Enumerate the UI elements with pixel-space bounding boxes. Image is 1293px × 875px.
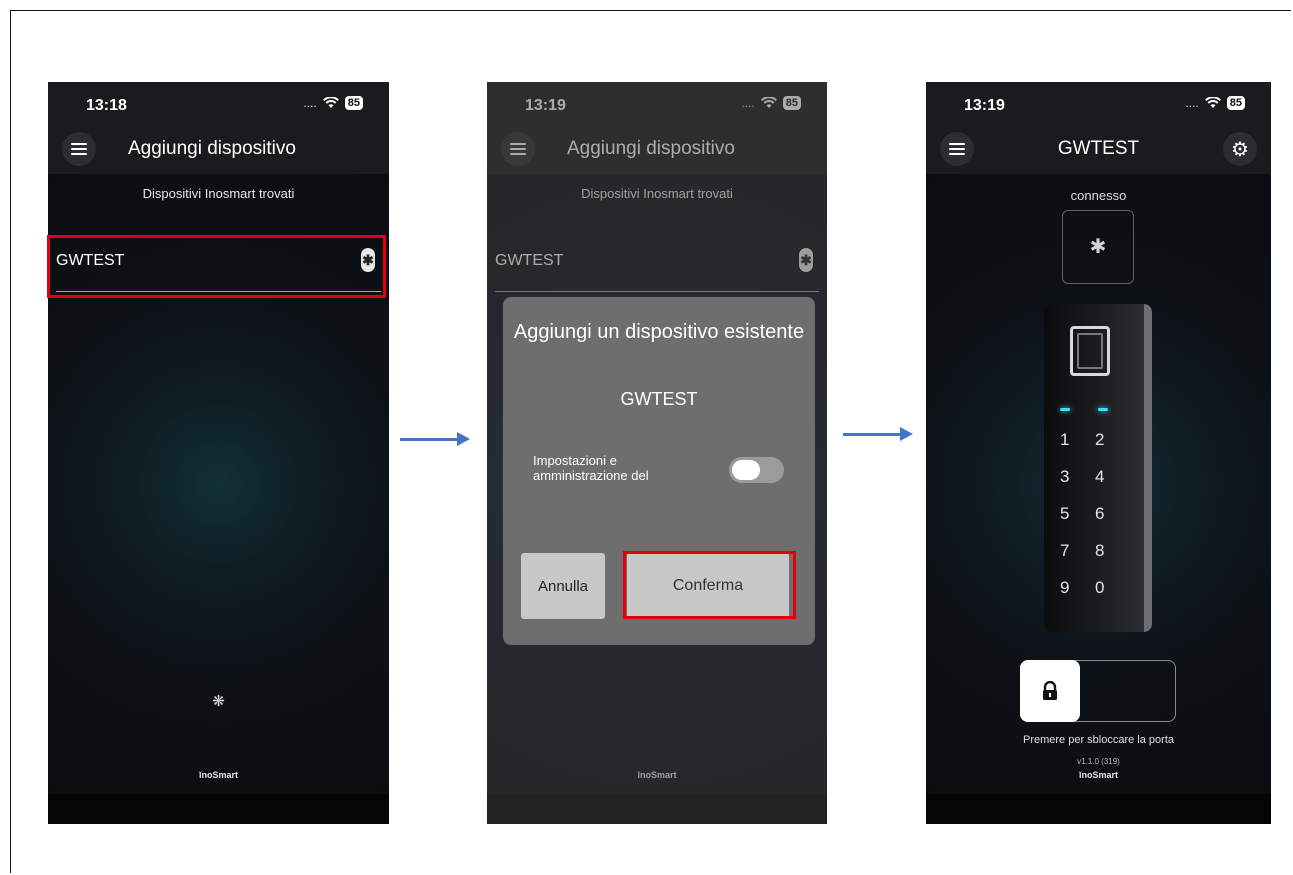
key: 6	[1095, 504, 1105, 523]
battery-icon: 85	[1226, 96, 1245, 110]
device-control-area: connesso ✱ 1 2 3 4 5 6 7 8 9 0 Premere p…	[926, 174, 1271, 794]
menu-button[interactable]	[62, 132, 96, 166]
key: 4	[1095, 467, 1105, 486]
status-bar: 13:19 .... 85	[926, 82, 1271, 126]
highlight-box	[47, 235, 386, 298]
arrow-right-icon	[400, 432, 470, 446]
admin-toggle[interactable]	[729, 457, 784, 483]
key: 0	[1095, 578, 1105, 597]
lock-icon	[1043, 681, 1057, 700]
lock-handle[interactable]	[1020, 660, 1080, 722]
connection-status: connesso	[1070, 188, 1127, 203]
key: 9	[1060, 578, 1070, 597]
unlock-slider[interactable]	[1020, 660, 1176, 722]
battery-icon: 85	[344, 96, 363, 110]
app-bar: GWTEST ⚙	[926, 126, 1271, 174]
phone-screen-confirm: 13:19 .... 85 Aggiungi dispositivo Dispo…	[487, 82, 827, 824]
settings-button[interactable]: ⚙	[1223, 132, 1257, 166]
key: 3	[1060, 467, 1070, 486]
key: 1	[1060, 430, 1070, 449]
brand-logo: ĭnoSmart	[198, 770, 238, 780]
cancel-button[interactable]: Annulla	[521, 553, 605, 619]
keypad-device-image: 1 2 3 4 5 6 7 8 9 0	[1044, 304, 1152, 632]
phone-screen-connected: 13:19 .... 85 GWTEST ⚙ connesso ✱ 1 2 3 …	[926, 82, 1271, 824]
signal-dots: ....	[303, 96, 317, 110]
bluetooth-icon: ✱	[1089, 236, 1107, 258]
gear-icon: ⚙	[1231, 138, 1249, 161]
app-version: v1.1.0 (319)	[1077, 757, 1120, 766]
keypad-keys: 1 2 3 4 5 6 7 8 9 0	[1060, 430, 1130, 598]
status-bar: 13:18 .... 85	[48, 82, 389, 126]
fingerprint-sensor	[1070, 326, 1110, 376]
unlock-hint: Premere per sbloccare la porta	[1022, 734, 1174, 746]
bottom-bar	[926, 794, 1271, 824]
status-time: 13:18	[86, 97, 127, 114]
wifi-icon	[1204, 97, 1221, 108]
page-title: GWTEST	[1057, 138, 1140, 159]
list-subtitle: Dispositivi Inosmart trovati	[142, 186, 295, 201]
led-indicator	[1098, 408, 1108, 411]
bluetooth-status-box: ✱	[1062, 210, 1134, 284]
dialog-title: Aggiungi un dispositivo esistente	[513, 321, 805, 343]
status-time: 13:19	[964, 97, 1005, 114]
highlight-box	[623, 551, 796, 619]
admin-option-label: Impostazioni e amministrazione del	[533, 453, 649, 483]
key: 5	[1060, 504, 1070, 523]
wifi-icon	[322, 97, 339, 108]
key: 7	[1060, 541, 1070, 560]
arrow-right-icon	[843, 427, 913, 441]
key: 8	[1095, 541, 1105, 560]
bottom-bar	[48, 794, 389, 824]
page-title: Aggiungi dispositivo	[128, 138, 296, 159]
signal-dots: ....	[1185, 96, 1199, 110]
led-indicator	[1060, 408, 1070, 411]
phone-screen-scanning: 13:18 .... 85 Aggiungi dispositivo Dispo…	[48, 82, 389, 824]
key: 2	[1095, 430, 1105, 449]
dialog-device-name: GWTEST	[620, 389, 698, 409]
menu-icon	[71, 143, 87, 155]
app-bar: Aggiungi dispositivo	[48, 126, 389, 174]
spinner-icon: ❋	[212, 693, 225, 710]
brand-logo: ĭnoSmart	[1078, 770, 1118, 780]
